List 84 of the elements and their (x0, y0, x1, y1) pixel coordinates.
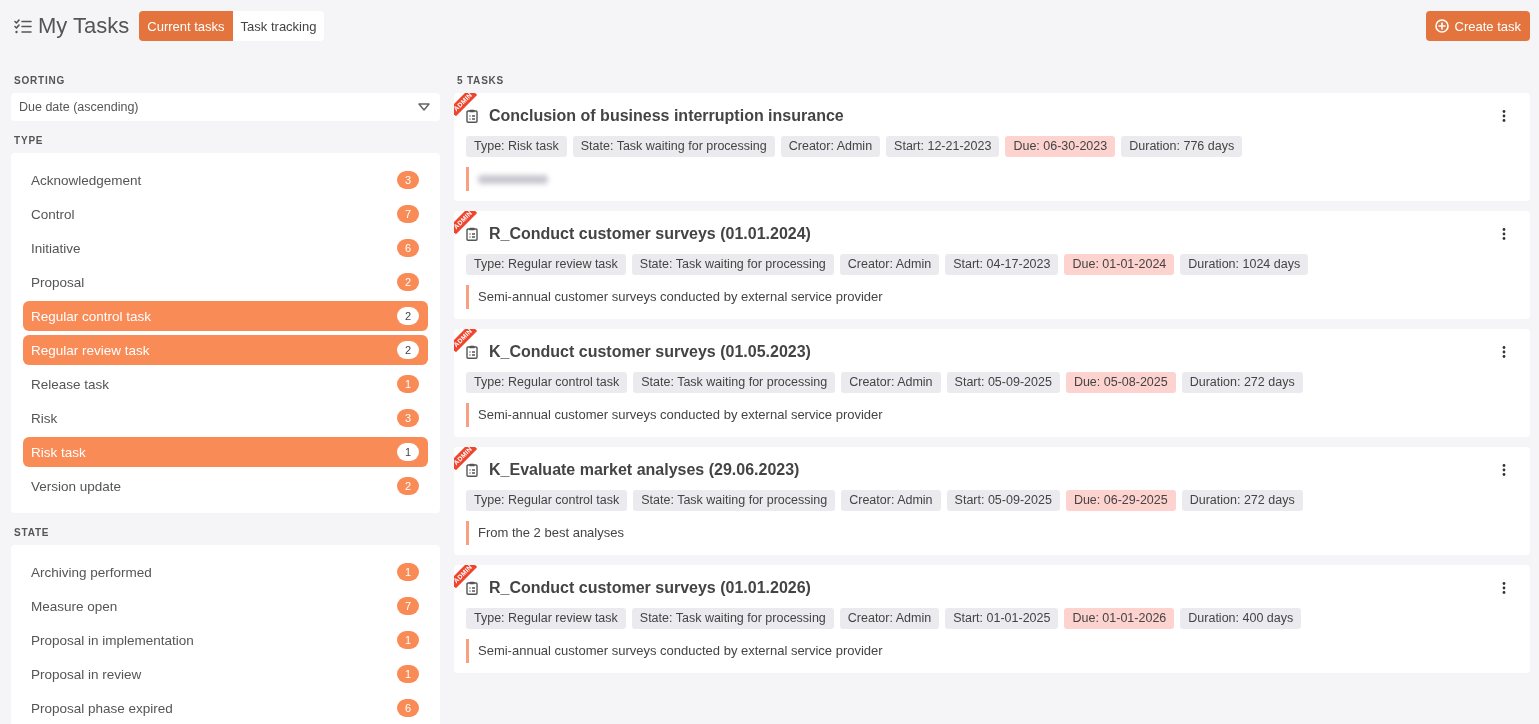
plus-circle-icon (1434, 19, 1449, 33)
filter-item[interactable]: Archiving performed 1 (23, 557, 428, 587)
filter-item[interactable]: Proposal in review 1 (23, 659, 428, 689)
filter-item[interactable]: Release task 1 (23, 369, 428, 399)
count-badge: 2 (397, 273, 419, 291)
count-badge: 2 (397, 307, 419, 325)
checklist-icon (14, 18, 32, 34)
kebab-icon (1502, 110, 1506, 122)
count-badge: 1 (397, 665, 419, 683)
info-tag: Type: Regular control task (466, 372, 628, 393)
info-tag: Type: Risk task (466, 136, 567, 157)
info-tag: Duration: 272 days (1181, 372, 1303, 393)
count-badge: 1 (397, 631, 419, 649)
count-badge: 1 (397, 563, 419, 581)
filter-item[interactable]: Regular review task 2 (23, 335, 428, 365)
filter-item[interactable]: Regular control task 2 (23, 301, 428, 331)
info-tag: Due: 01-01-2026 (1064, 608, 1175, 629)
task-title[interactable]: R_Conduct customer surveys (01.01.2026) (489, 579, 1498, 597)
info-tag: Start: 04-17-2023 (945, 254, 1059, 275)
info-tag: Creator: Admin (839, 254, 940, 275)
task-description: From the 2 best analyses (466, 521, 624, 545)
section-label: SORTING (14, 74, 66, 88)
info-tag: State: Task waiting for processing (633, 372, 836, 393)
task-title[interactable]: K_Evaluate market analyses (29.06.2023) (489, 461, 1498, 479)
info-tag: Duration: 1024 days (1180, 254, 1309, 275)
info-tag: Creator: Admin (839, 608, 940, 629)
caret-icon (418, 103, 430, 111)
kebab-icon (1502, 464, 1506, 476)
info-tag: Type: Regular control task (466, 490, 628, 511)
sort-dropdown[interactable]: Due date (ascending) (11, 93, 440, 121)
info-tag: Creator: Admin (841, 372, 941, 393)
task-description: Semi-annual customer surveys conducted by external service provider (466, 403, 883, 427)
filter-item[interactable]: Acknowledgement 3 (23, 165, 428, 195)
task-description: Semi-annual customer surveys conducted by external service provider (466, 285, 883, 309)
info-tag: State: Task waiting for processing (631, 608, 834, 629)
info-tag: Duration: 776 days (1121, 136, 1243, 157)
info-tag: State: Task waiting for processing (633, 490, 836, 511)
info-tag: Start: 05-09-2025 (946, 490, 1060, 511)
task-title[interactable]: Conclusion of business interruption insurance (489, 107, 1498, 125)
filter-item[interactable]: Risk task 1 (23, 437, 428, 467)
task-title[interactable]: R_Conduct customer surveys (01.01.2024) (489, 225, 1498, 243)
section-label: TYPE (14, 134, 44, 148)
section-label: STATE (14, 526, 50, 540)
info-tag: Creator: Admin (841, 490, 941, 511)
filter-item[interactable]: Proposal in implementation 1 (23, 625, 428, 655)
info-tag: Type: Regular review task (466, 608, 626, 629)
info-tag: State: Task waiting for processing (572, 136, 775, 157)
info-tag: Due: 05-08-2025 (1065, 372, 1176, 393)
filter-item[interactable]: Version update 2 (23, 471, 428, 501)
info-tag: Due: 01-01-2024 (1064, 254, 1175, 275)
count-badge: 6 (397, 699, 419, 717)
count-badge: 3 (397, 171, 419, 189)
count-badge: 3 (397, 409, 419, 427)
task-description: Semi-annual customer surveys conducted by external service provider (466, 639, 883, 663)
count-badge: 7 (397, 597, 419, 615)
count-badge: 1 (397, 375, 419, 393)
page-title: My Tasks (38, 12, 130, 40)
filter-item[interactable]: Proposal 2 (23, 267, 428, 297)
filter-item[interactable]: Risk 3 (23, 403, 428, 433)
count-badge: 2 (397, 477, 419, 495)
info-tag: Due: 06-30-2023 (1005, 136, 1116, 157)
tab[interactable]: Task tracking (232, 11, 325, 41)
filter-item[interactable]: Initiative 6 (23, 233, 428, 263)
count-badge: 2 (397, 341, 419, 359)
kebab-icon (1502, 582, 1506, 594)
count-badge: 6 (397, 239, 419, 257)
kebab-icon (1502, 228, 1506, 240)
info-tag: Due: 06-29-2025 (1065, 490, 1176, 511)
info-tag: State: Task waiting for processing (631, 254, 834, 275)
task-count-label: 5 TASKS (457, 74, 505, 88)
info-tag: Start: 01-01-2025 (945, 608, 1059, 629)
filter-item[interactable]: Proposal phase expired 6 (23, 693, 428, 723)
info-tag: Duration: 400 days (1180, 608, 1302, 629)
info-tag: Type: Regular review task (466, 254, 626, 275)
count-badge: 7 (397, 205, 419, 223)
filter-item[interactable]: Measure open 7 (23, 591, 428, 621)
kebab-icon (1502, 346, 1506, 358)
filter-item[interactable]: Control 7 (23, 199, 428, 229)
task-title[interactable]: K_Conduct customer surveys (01.05.2023) (489, 343, 1498, 361)
info-tag: Start: 05-09-2025 (946, 372, 1060, 393)
info-tag: Start: 12-21-2023 (886, 136, 1000, 157)
info-tag: Duration: 272 days (1181, 490, 1303, 511)
count-badge: 1 (397, 443, 419, 461)
info-tag: Creator: Admin (780, 136, 881, 157)
